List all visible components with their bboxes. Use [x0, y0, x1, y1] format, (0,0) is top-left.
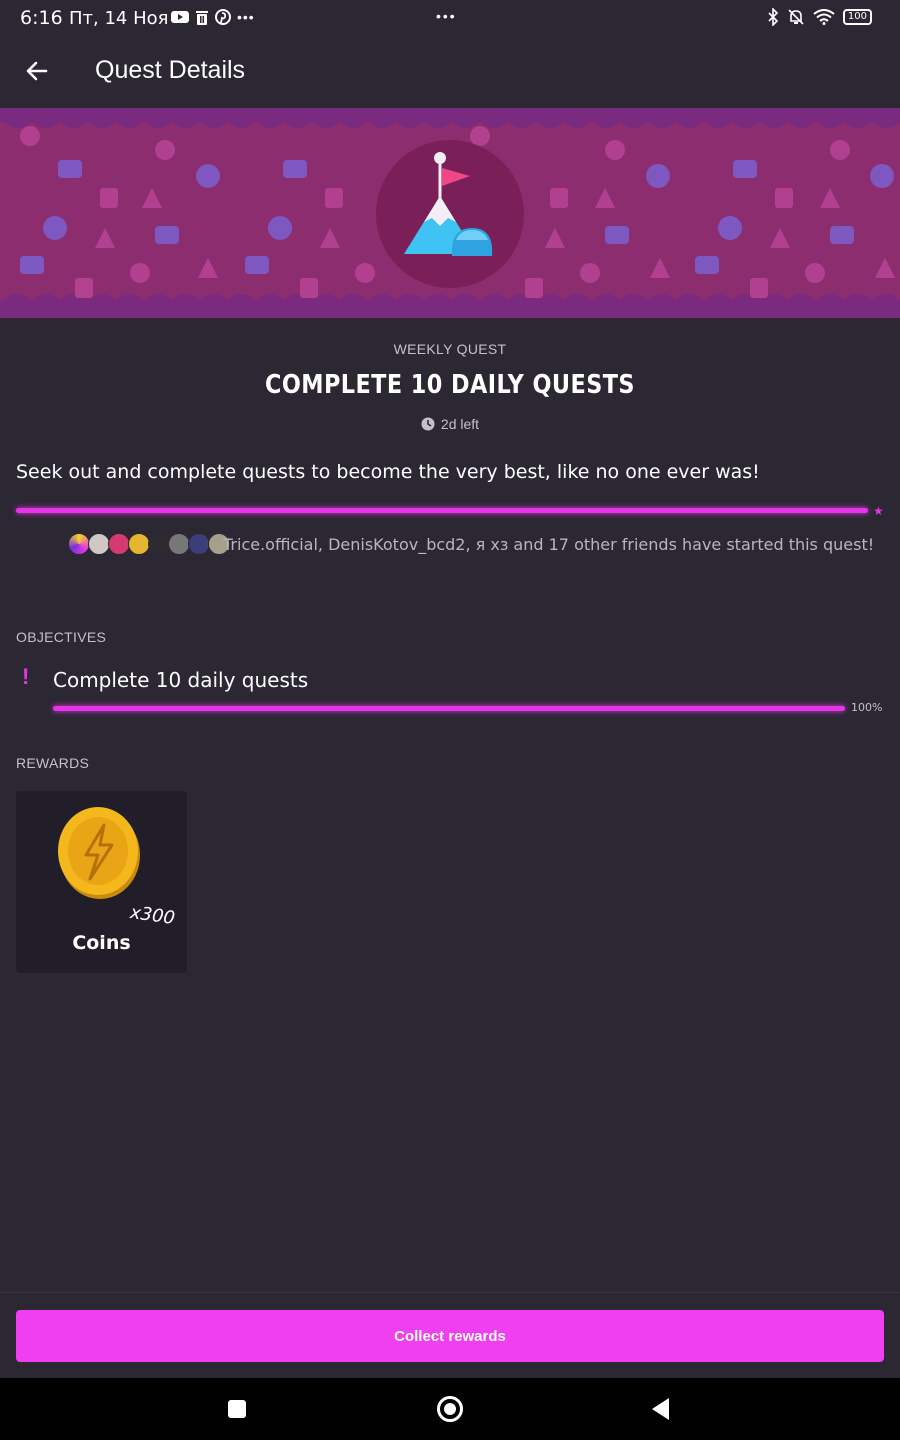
mountain-flag-icon — [404, 152, 493, 256]
quest-type-label: WEEKLY QUEST — [393, 341, 507, 357]
objective-text: Complete 10 daily quests — [53, 668, 309, 692]
objective-progress-bar — [53, 706, 845, 711]
quest-description: Seek out and complete quests to become t… — [16, 461, 760, 483]
quest-progress-track — [16, 508, 868, 513]
avatar — [88, 533, 110, 555]
back-button-icon[interactable] — [652, 1398, 669, 1420]
more-icon: ••• — [237, 9, 255, 25]
exclamation-icon: ! — [22, 664, 30, 689]
status-date: Пт, 14 Ноя — [69, 8, 169, 29]
page-title: Quest Details — [95, 56, 246, 84]
recents-button-icon[interactable] — [228, 1400, 246, 1418]
objective-percent: 100% — [851, 701, 883, 714]
quest-progress-bar — [16, 508, 868, 513]
divider — [0, 1292, 900, 1293]
time-left: 2d left — [0, 416, 900, 432]
rewards-heading: REWARDS — [16, 755, 90, 771]
time-left-text: 2d left — [440, 416, 480, 432]
dots-menu-icon[interactable]: ••• — [436, 8, 457, 24]
avatar — [68, 533, 90, 555]
reward-multiplier: x300 — [128, 901, 177, 930]
wifi-icon — [813, 9, 835, 25]
objectives-heading: OBJECTIVES — [16, 629, 107, 645]
status-notification-icons: ••• — [171, 9, 255, 25]
collect-rewards-button[interactable]: Collect rewards — [16, 1310, 884, 1362]
avatar — [108, 533, 130, 555]
reward-card-coins[interactable]: x300 Coins — [16, 791, 187, 973]
trash-icon — [196, 11, 208, 25]
avatar — [128, 533, 150, 555]
quest-banner — [0, 108, 900, 318]
status-time: 6:16 — [20, 7, 63, 29]
reward-name: Coins — [72, 932, 131, 954]
home-button-icon[interactable] — [437, 1396, 463, 1422]
avatar — [168, 533, 190, 555]
pinterest-icon — [215, 9, 231, 25]
star-icon: ★ — [873, 504, 884, 518]
back-arrow-icon[interactable] — [24, 58, 50, 84]
quest-badge — [376, 140, 524, 288]
system-nav-bar — [0, 1378, 900, 1440]
avatar — [148, 533, 170, 555]
app-bar: Quest Details — [0, 36, 900, 108]
avatar — [188, 533, 210, 555]
quest-title: COMPLETE 10 DAILY QUESTS — [265, 370, 635, 400]
coin-icon — [58, 807, 140, 899]
mute-icon — [788, 9, 804, 25]
bluetooth-icon — [768, 8, 779, 26]
battery-icon: 100 — [842, 9, 872, 25]
objective-progress-track — [53, 706, 845, 711]
youtube-icon — [171, 11, 189, 23]
friends-started-text: Trice.official, DenisKotov_bcd2, я хз an… — [223, 535, 875, 554]
status-bar: 6:16 Пт, 14 Ноя ••• ••• 100 — [0, 0, 900, 36]
friend-avatars[interactable] — [68, 533, 230, 555]
clock-icon — [421, 417, 435, 431]
